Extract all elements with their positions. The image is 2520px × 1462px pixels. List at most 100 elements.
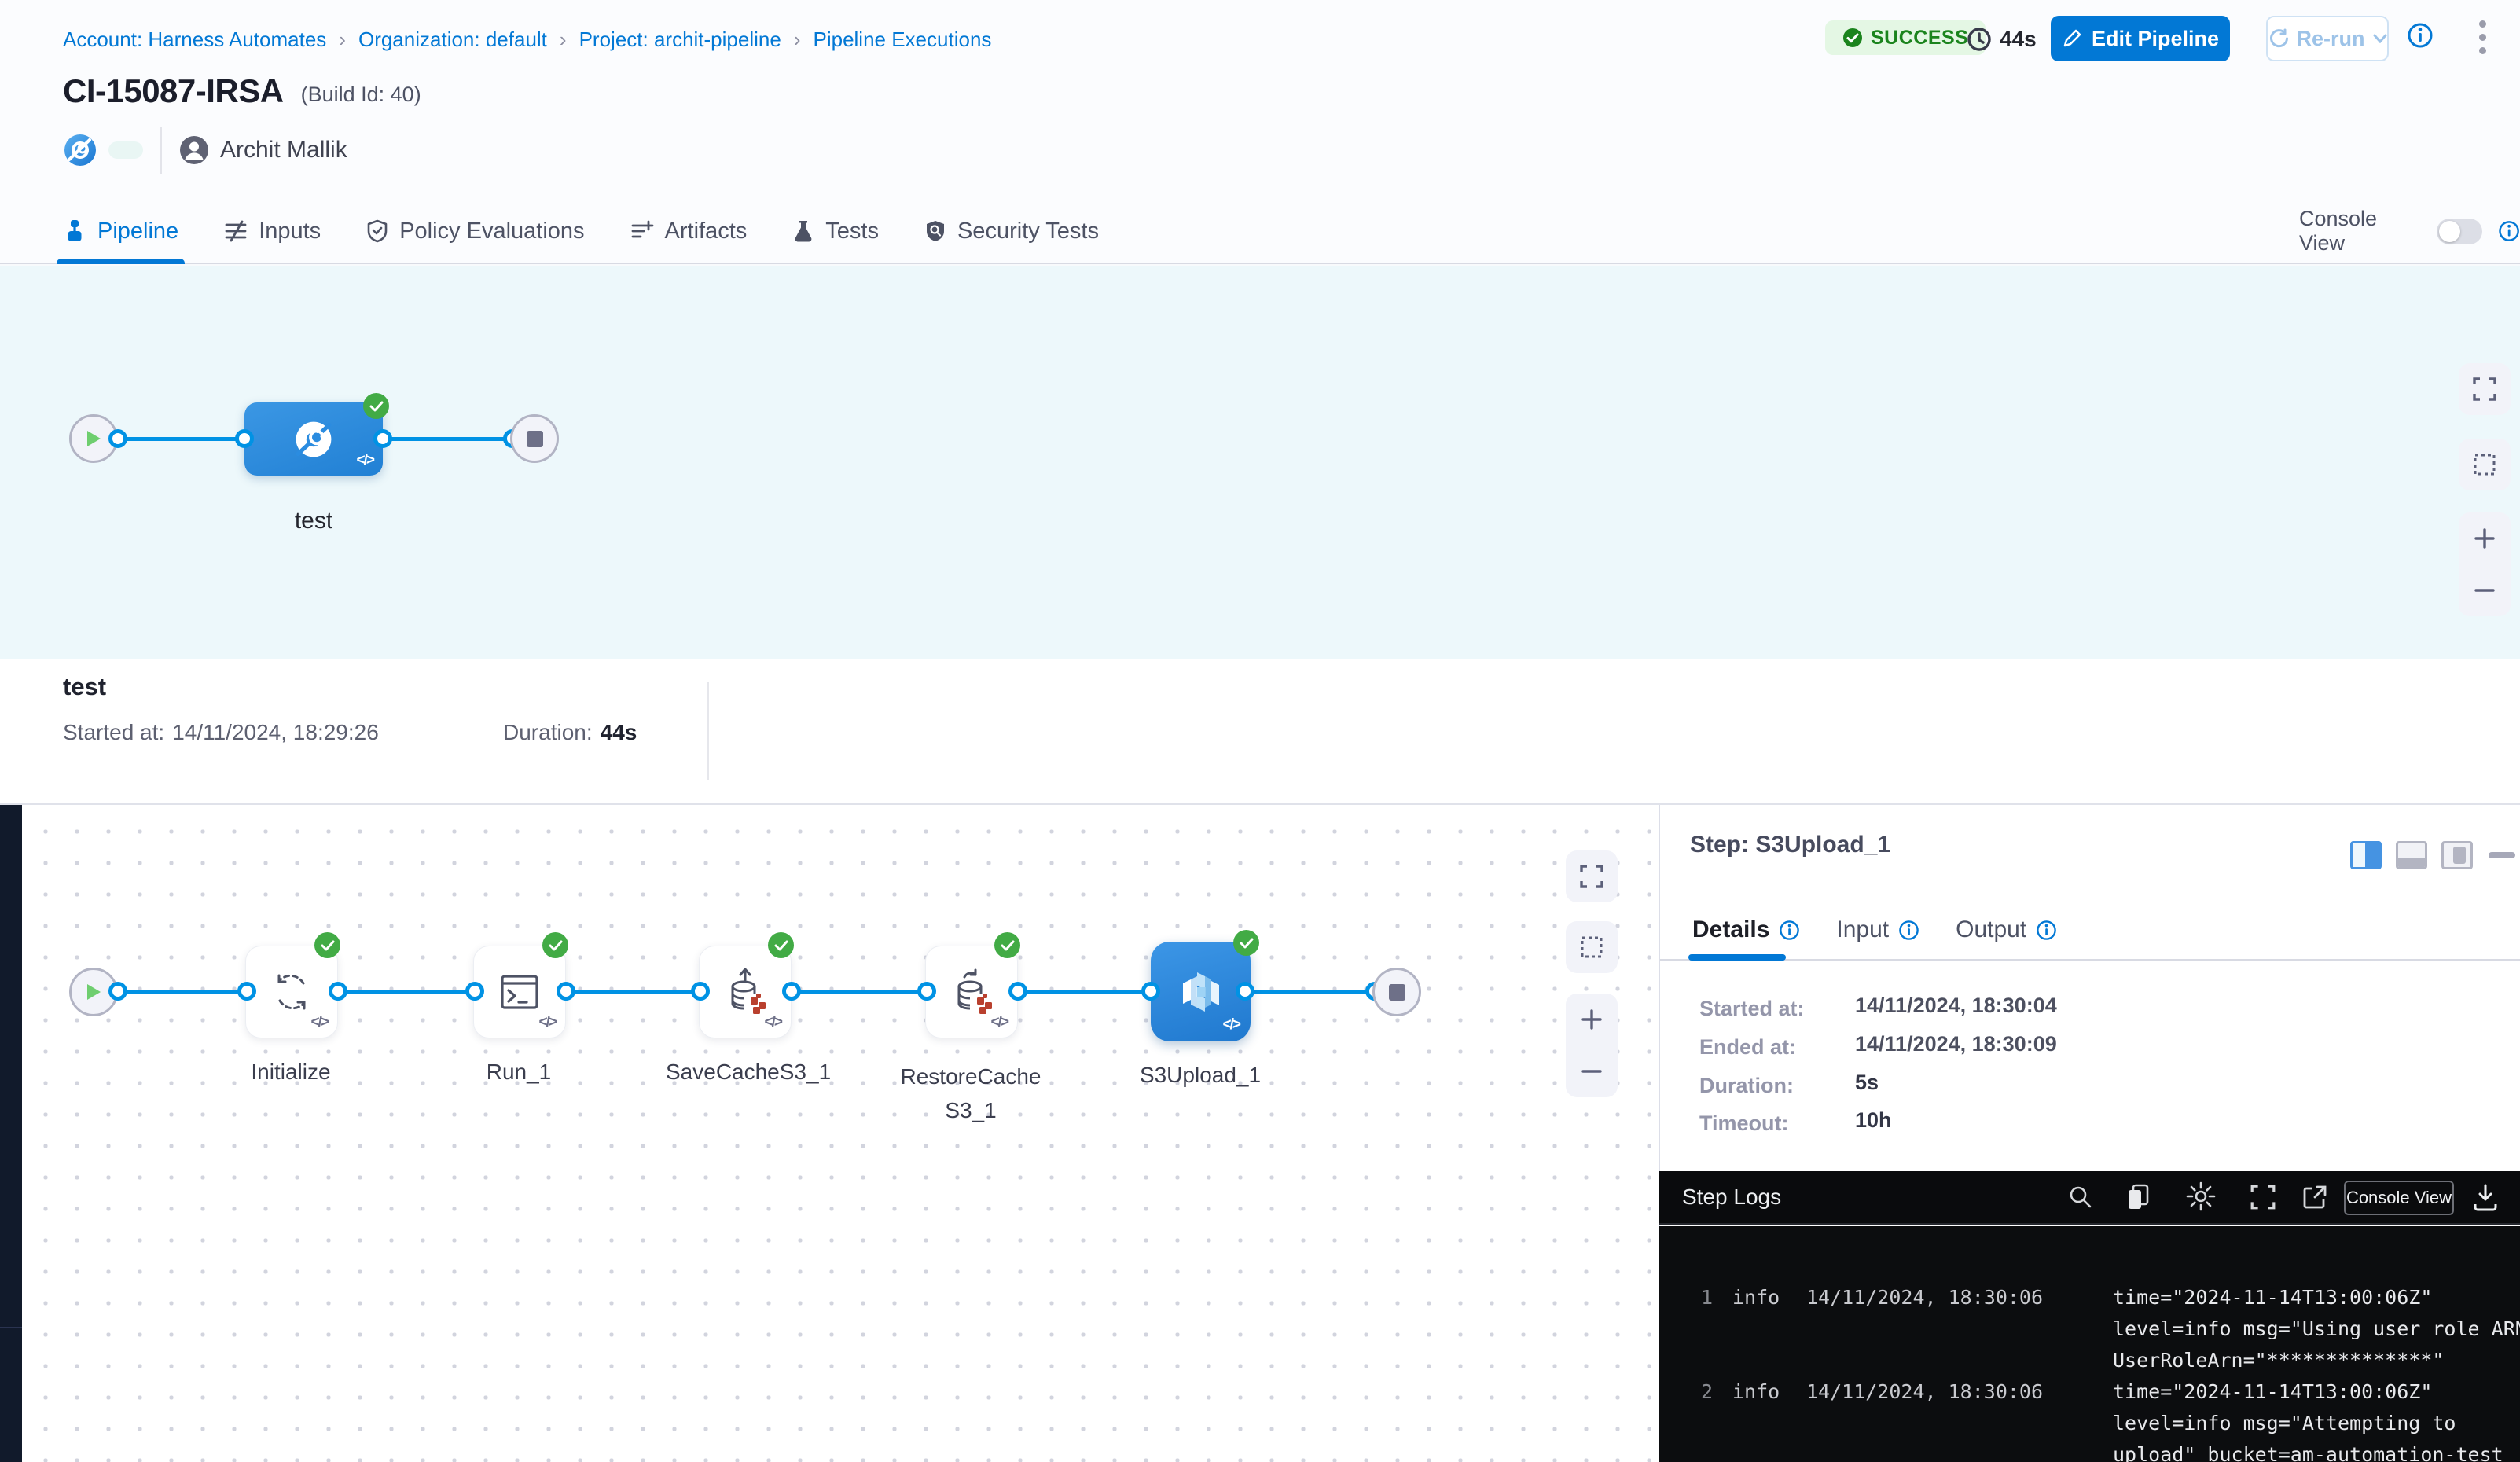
connector-dot	[237, 982, 256, 1001]
detail-row-value: 10h	[1855, 1108, 1892, 1133]
layout-float-fill	[2453, 847, 2466, 864]
detail-row-label: Started at:	[1699, 997, 1805, 1021]
layout-bottom-button[interactable]	[2396, 841, 2427, 869]
log-download-icon[interactable]	[2471, 1182, 2500, 1212]
breadcrumb-organization[interactable]: Organization: default	[358, 28, 547, 52]
stage-end-node[interactable]	[510, 414, 559, 463]
step-label[interactable]: Initialize	[212, 1060, 369, 1085]
started-at-label: Started at:	[63, 720, 164, 745]
log-copy-icon[interactable]	[2124, 1182, 2152, 1212]
tab-inputs[interactable]: Inputs	[224, 198, 321, 264]
execution-canvas[interactable]	[22, 805, 1659, 1462]
log-console-view-button[interactable]: Console View	[2344, 1181, 2454, 1215]
console-view-toggle[interactable]	[2437, 219, 2482, 244]
tab-artifacts[interactable]: Artifacts	[630, 198, 748, 264]
console-view-info-icon[interactable]	[2498, 219, 2520, 243]
zoom-out-button[interactable]	[2459, 564, 2511, 616]
step-label[interactable]: SaveCacheS3_1	[666, 1060, 823, 1085]
step-label[interactable]: S3Upload_1	[1122, 1063, 1279, 1088]
info-icon[interactable]	[1898, 920, 1919, 941]
pipeline-icon	[63, 219, 86, 243]
status-label: SUCCESS	[1871, 27, 1968, 50]
step-connector-line	[118, 990, 247, 994]
execution-end-node[interactable]	[1372, 968, 1421, 1016]
info-icon[interactable]	[2036, 920, 2057, 941]
tab-label: Security Tests	[957, 219, 1099, 244]
step-connector-line	[792, 990, 927, 994]
log-level: info	[1732, 1286, 1780, 1309]
layout-split-right-button[interactable]	[2350, 841, 2382, 869]
breadcrumb-pipeline-executions[interactable]: Pipeline Executions	[813, 28, 991, 52]
elapsed-time: 44s	[1967, 24, 2037, 55]
marquee-select-button[interactable]	[2459, 439, 2511, 490]
panel-tab-output[interactable]: Output	[1956, 917, 2057, 943]
check-icon	[1240, 938, 1254, 949]
rerun-button[interactable]: Re-run	[2266, 16, 2389, 61]
tab-policy-evaluations[interactable]: Policy Evaluations	[366, 198, 584, 264]
connector-dot	[329, 982, 347, 1001]
fullscreen-button[interactable]	[1566, 850, 1618, 902]
detail-row-label: Timeout:	[1699, 1111, 1789, 1136]
log-settings-icon[interactable]	[2185, 1181, 2217, 1212]
ci-module-icon	[63, 133, 97, 167]
breadcrumb-separator: ›	[560, 28, 567, 52]
connector-dot	[782, 982, 801, 1001]
divider	[160, 127, 162, 174]
panel-tab-input[interactable]: Input	[1836, 917, 1919, 943]
code-icon: </>	[311, 1014, 328, 1031]
zoom-in-button[interactable]	[2459, 512, 2511, 564]
tab-label: Policy Evaluations	[399, 219, 584, 244]
minus-icon	[1580, 1060, 1603, 1083]
divider	[707, 682, 709, 780]
step-node-initialize[interactable]: </>	[245, 946, 338, 1038]
tab-pipeline[interactable]: Pipeline	[63, 198, 178, 264]
step-logs-body[interactable]: 1 info 14/11/2024, 18:30:06 time="2024-1…	[1659, 1226, 2520, 1462]
marquee-select-button[interactable]	[1566, 921, 1618, 973]
detail-row-value: 14/11/2024, 18:30:09	[1855, 1032, 2057, 1056]
code-icon: </>	[357, 452, 373, 469]
tab-tests[interactable]: Tests	[792, 198, 879, 264]
collapse-panel-button[interactable]	[2489, 852, 2515, 858]
step-connector-line	[1243, 990, 1374, 994]
step-label[interactable]: Run_1	[440, 1060, 597, 1085]
flask-icon	[792, 219, 814, 243]
stage-node-test[interactable]: </>	[244, 402, 383, 476]
step-success-badge	[768, 932, 794, 958]
sidebar-divider	[0, 1327, 22, 1328]
detail-row-value: 5s	[1855, 1071, 1879, 1095]
zoom-out-button[interactable]	[1566, 1045, 1618, 1097]
step-success-badge	[542, 932, 568, 958]
log-message: UserRoleArn="**************"	[2113, 1349, 2444, 1372]
breadcrumb-project[interactable]: Project: archit-pipeline	[579, 28, 781, 52]
log-search-icon[interactable]	[2067, 1184, 2094, 1210]
log-fullscreen-icon[interactable]	[2250, 1184, 2276, 1210]
code-icon: </>	[1223, 1016, 1240, 1034]
breadcrumb: Account: Harness Automates › Organizatio…	[63, 24, 991, 55]
info-icon[interactable]	[2407, 22, 2434, 49]
list-plus-icon	[630, 219, 654, 243]
log-message: time="2024-11-14T13:00:06Z"	[2113, 1286, 2432, 1309]
step-node-run-1[interactable]: </>	[473, 946, 566, 1038]
step-label[interactable]: RestoreCacheS3_1	[896, 1060, 1045, 1128]
step-node-savecaches3-1[interactable]: </>	[699, 946, 792, 1038]
layout-float-button[interactable]	[2441, 841, 2473, 869]
stage-label[interactable]: test	[244, 508, 383, 534]
stop-icon	[1389, 984, 1405, 1001]
edit-pipeline-button[interactable]: Edit Pipeline	[2051, 16, 2230, 61]
marquee-icon	[2472, 452, 2497, 477]
chevron-down-icon	[2373, 34, 2387, 43]
breadcrumb-account[interactable]: Account: Harness Automates	[63, 28, 326, 52]
kebab-menu-icon[interactable]	[2478, 17, 2487, 61]
step-node-restorecaches3-1[interactable]: </>	[925, 946, 1018, 1038]
tab-security-tests[interactable]: Security Tests	[924, 198, 1099, 264]
shield-check-icon	[366, 219, 388, 243]
step-success-badge	[994, 932, 1020, 958]
log-open-external-icon[interactable]	[2301, 1184, 2328, 1210]
info-icon[interactable]	[1779, 920, 1800, 941]
fullscreen-button[interactable]	[2459, 363, 2511, 415]
panel-tab-details[interactable]: Details	[1692, 917, 1800, 943]
author-name: Archit Mallik	[220, 137, 347, 163]
zoom-in-button[interactable]	[1566, 994, 1618, 1045]
connector-dot	[373, 429, 392, 448]
fullscreen-icon	[2472, 377, 2497, 402]
